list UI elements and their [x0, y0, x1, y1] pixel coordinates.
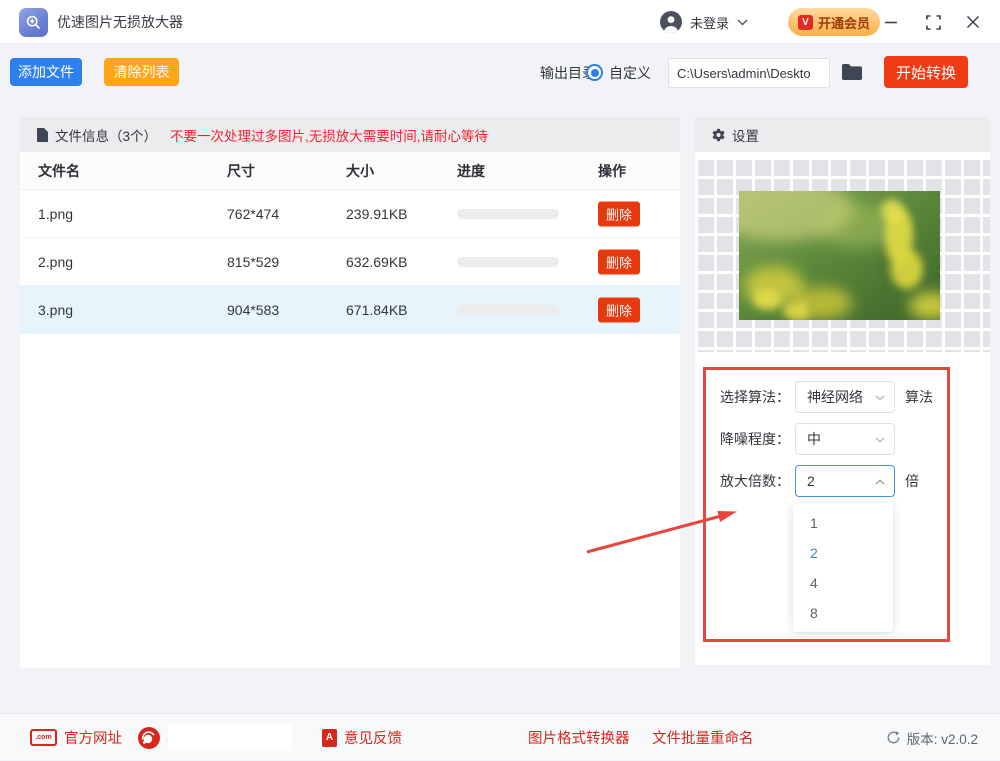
- chevron-down-icon: [875, 395, 885, 401]
- footer-bar: .com 官方网址 客服 A 意见反馈 图片格式转换器 文件批量重命名 版本: …: [0, 713, 1000, 760]
- vip-button[interactable]: V 开通会员: [788, 8, 880, 36]
- user-icon: [660, 11, 682, 33]
- settings-panel: 设置 选择算法： 神经网络 算法 降噪程度： 中 放大倍数： 2 倍 1 2 4…: [695, 117, 990, 665]
- app-title: 优速图片无损放大器: [57, 14, 183, 30]
- login-status: 未登录: [690, 15, 730, 31]
- browse-folder-button[interactable]: [839, 62, 865, 84]
- scale-option-4[interactable]: 4: [793, 568, 893, 598]
- batch-rename-label: 文件批量重命名: [652, 731, 754, 747]
- progress-bar: [457, 304, 559, 315]
- denoise-row: 降噪程度： 中: [695, 423, 990, 455]
- chevron-down-icon: [875, 437, 885, 443]
- add-files-button[interactable]: 添加文件: [10, 58, 82, 86]
- algorithm-value: 神经网络: [807, 389, 863, 405]
- algorithm-row: 选择算法： 神经网络 算法: [695, 381, 990, 413]
- col-dimensions: 尺寸: [227, 162, 255, 179]
- maximize-button[interactable]: [918, 0, 948, 44]
- chevron-down-icon: [737, 19, 748, 25]
- table-header-row: 文件名 尺寸 大小 进度 操作: [20, 152, 680, 190]
- maximize-icon: [925, 14, 941, 30]
- delete-button[interactable]: 删除: [598, 201, 640, 226]
- col-actions: 操作: [598, 162, 626, 179]
- progress-bar: [457, 208, 559, 219]
- app-logo-icon: [19, 8, 48, 37]
- table-row-selected[interactable]: 3.png 904*583 671.84KB 删除: [20, 286, 680, 334]
- format-converter-link[interactable]: 图片格式转换器: [528, 714, 630, 761]
- output-path-input[interactable]: [668, 58, 830, 88]
- feedback-icon: A: [322, 728, 337, 747]
- clear-list-button[interactable]: 清除列表: [104, 58, 179, 86]
- version-label: 版本: v2.0.2: [906, 731, 978, 747]
- delete-button[interactable]: 删除: [598, 249, 640, 274]
- official-site-link[interactable]: .com 官方网址: [30, 714, 122, 761]
- algorithm-select[interactable]: 神经网络: [795, 381, 895, 413]
- login-menu[interactable]: 未登录: [660, 0, 748, 44]
- file-size: 671.84KB: [346, 301, 408, 318]
- vip-button-label: 开通会员: [817, 15, 870, 31]
- scale-option-8[interactable]: 8: [793, 598, 893, 628]
- close-icon: [966, 15, 980, 29]
- redaction-overlay: [168, 724, 292, 751]
- scale-value: 2: [807, 473, 815, 489]
- denoise-value: 中: [807, 431, 821, 447]
- official-site-label: 官方网址: [64, 731, 122, 747]
- table-row[interactable]: 1.png 762*474 239.91KB 删除: [20, 190, 680, 238]
- format-converter-label: 图片格式转换器: [528, 731, 630, 747]
- file-size: 239.91KB: [346, 205, 408, 222]
- feedback-label: 意见反馈: [344, 731, 402, 747]
- scale-select[interactable]: 2: [795, 465, 895, 497]
- chevron-up-icon: [875, 479, 885, 485]
- scale-options-dropdown: 1 2 4 8: [793, 503, 893, 632]
- document-icon: [37, 127, 48, 142]
- file-count-label: 文件信息（3个）: [55, 128, 158, 144]
- delete-button[interactable]: 删除: [598, 297, 640, 322]
- com-icon: .com: [30, 729, 57, 746]
- scale-label: 放大倍数：: [720, 473, 790, 489]
- version-info: 版本: v2.0.2: [886, 714, 978, 761]
- folder-icon: [842, 63, 862, 80]
- algorithm-suffix: 算法: [905, 389, 933, 405]
- settings-title: 设置: [732, 128, 759, 144]
- file-name: 2.png: [38, 253, 74, 270]
- table-row[interactable]: 2.png 815*529 632.69KB 删除: [20, 238, 680, 286]
- file-dimensions: 762*474: [227, 205, 280, 222]
- algorithm-label: 选择算法：: [720, 389, 790, 405]
- scale-row: 放大倍数： 2 倍: [695, 465, 990, 497]
- custom-dir-radio[interactable]: [586, 64, 603, 81]
- warning-text: 不要一次处理过多图片,无损放大需要时间,请耐心等待: [170, 128, 489, 144]
- progress-bar: [457, 256, 559, 267]
- col-filename: 文件名: [38, 162, 80, 179]
- col-progress: 进度: [457, 162, 485, 179]
- col-filesize: 大小: [346, 162, 374, 179]
- start-convert-button[interactable]: 开始转换: [884, 56, 968, 88]
- gear-icon: [712, 128, 725, 141]
- file-dimensions: 815*529: [227, 253, 280, 270]
- batch-rename-link[interactable]: 文件批量重命名: [652, 714, 754, 761]
- image-preview: [714, 177, 953, 321]
- feedback-link[interactable]: A 意见反馈: [322, 714, 402, 761]
- vip-badge-icon: V: [797, 14, 813, 30]
- scale-suffix: 倍: [905, 473, 919, 489]
- custom-dir-option-label: 自定义: [609, 65, 651, 81]
- minimize-icon: [885, 21, 897, 24]
- file-name: 3.png: [38, 301, 74, 318]
- scale-option-1[interactable]: 1: [793, 508, 893, 538]
- file-size: 632.69KB: [346, 253, 408, 270]
- radio-dot: [590, 68, 599, 77]
- scale-option-2[interactable]: 2: [793, 538, 893, 568]
- refresh-icon: [887, 731, 900, 744]
- file-name: 1.png: [38, 205, 74, 222]
- title-bar: 优速图片无损放大器 未登录 V 开通会员: [0, 0, 1000, 44]
- settings-header: 设置: [695, 117, 990, 152]
- close-button[interactable]: [958, 0, 988, 44]
- file-list-panel: 文件信息（3个） 不要一次处理过多图片,无损放大需要时间,请耐心等待 文件名 尺…: [20, 117, 680, 668]
- file-dimensions: 904*583: [227, 301, 280, 318]
- minimize-button[interactable]: [876, 0, 906, 44]
- denoise-select[interactable]: 中: [795, 423, 895, 455]
- headset-icon: [138, 726, 160, 749]
- denoise-label: 降噪程度：: [720, 431, 790, 447]
- file-list-header: 文件信息（3个） 不要一次处理过多图片,无损放大需要时间,请耐心等待: [20, 117, 680, 152]
